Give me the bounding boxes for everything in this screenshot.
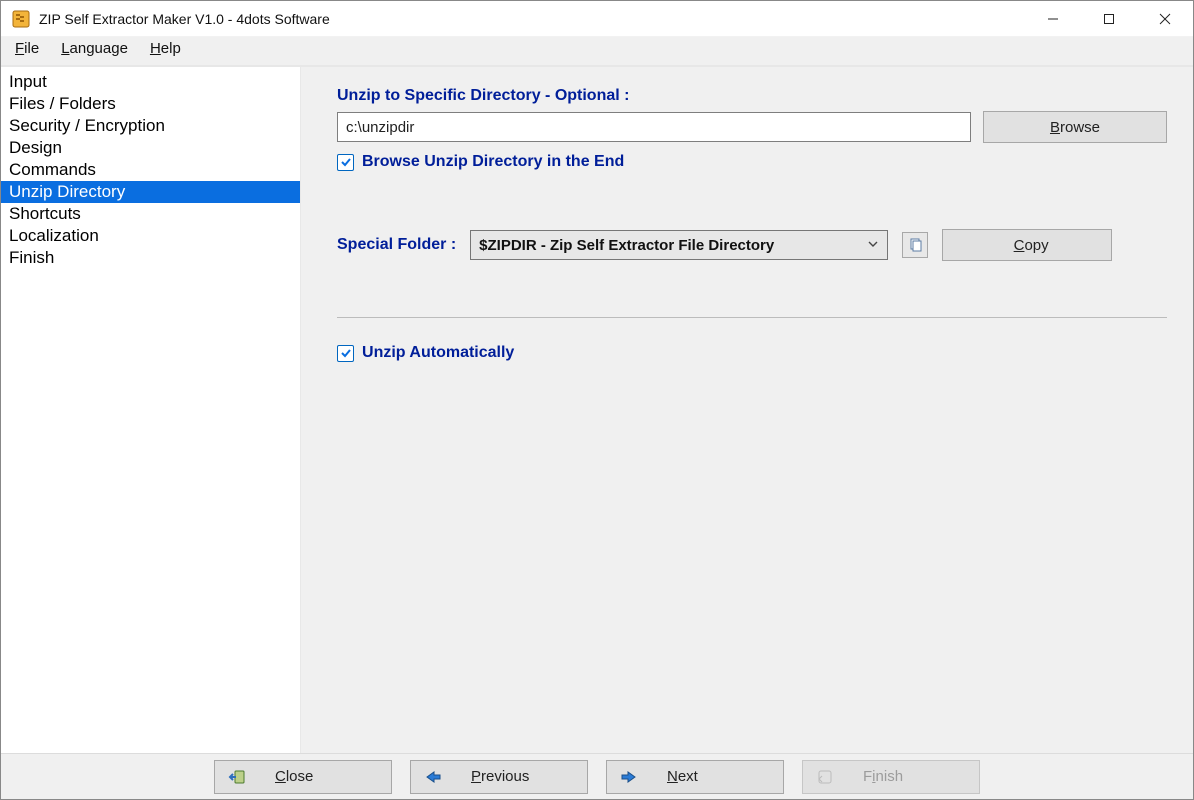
previous-nav-button[interactable]: Previous [410, 760, 588, 794]
menu-file[interactable]: File [15, 40, 39, 57]
sidebar-item-security-encryption[interactable]: Security / Encryption [1, 115, 300, 137]
sidebar-item-shortcuts[interactable]: Shortcuts [1, 203, 300, 225]
minimize-button[interactable] [1025, 1, 1081, 36]
special-folder-select[interactable]: $ZIPDIR - Zip Self Extractor File Direct… [470, 230, 888, 260]
main-panel: Unzip to Specific Directory - Optional :… [301, 67, 1193, 753]
special-folder-label: Special Folder : [337, 236, 456, 254]
unzip-directory-label: Unzip to Specific Directory - Optional : [337, 87, 1167, 105]
sidebar-item-input[interactable]: Input [1, 71, 300, 93]
browse-end-checkbox[interactable] [337, 154, 354, 171]
window-controls [1025, 1, 1193, 36]
maximize-button[interactable] [1081, 1, 1137, 36]
sidebar-item-commands[interactable]: Commands [1, 159, 300, 181]
sidebar-item-localization[interactable]: Localization [1, 225, 300, 247]
copy-button[interactable]: Copy [942, 229, 1112, 261]
sidebar-item-design[interactable]: Design [1, 137, 300, 159]
menu-help[interactable]: Help [150, 40, 181, 57]
sidebar-item-finish[interactable]: Finish [1, 247, 300, 269]
chevron-down-icon [867, 237, 879, 254]
finish-icon [815, 768, 835, 786]
titlebar: ZIP Self Extractor Maker V1.0 - 4dots So… [1, 1, 1193, 37]
sidebar: Input Files / Folders Security / Encrypt… [1, 67, 301, 753]
close-button[interactable] [1137, 1, 1193, 36]
browse-end-checkbox-label: Browse Unzip Directory in the End [362, 153, 624, 171]
copy-icon-button[interactable] [902, 232, 928, 258]
close-nav-icon [227, 768, 247, 786]
unzip-automatically-label: Unzip Automatically [362, 344, 514, 362]
sidebar-item-files-folders[interactable]: Files / Folders [1, 93, 300, 115]
arrow-left-icon [423, 768, 443, 786]
menu-language[interactable]: Language [61, 40, 128, 57]
browse-button[interactable]: Browse [983, 111, 1167, 143]
footer: Close Previous Next Finish [1, 753, 1193, 799]
arrow-right-icon [619, 768, 639, 786]
copy-icon [907, 237, 923, 253]
special-folder-value: $ZIPDIR - Zip Self Extractor File Direct… [479, 237, 774, 254]
directory-input[interactable] [337, 112, 971, 142]
unzip-automatically-checkbox[interactable] [337, 345, 354, 362]
app-icon [11, 9, 31, 29]
window-title: ZIP Self Extractor Maker V1.0 - 4dots So… [39, 11, 1025, 27]
finish-nav-button[interactable]: Finish [802, 760, 980, 794]
menubar: File Language Help [1, 37, 1193, 67]
close-nav-button[interactable]: Close [214, 760, 392, 794]
divider [337, 317, 1167, 318]
sidebar-item-unzip-directory[interactable]: Unzip Directory [1, 181, 300, 203]
next-nav-button[interactable]: Next [606, 760, 784, 794]
